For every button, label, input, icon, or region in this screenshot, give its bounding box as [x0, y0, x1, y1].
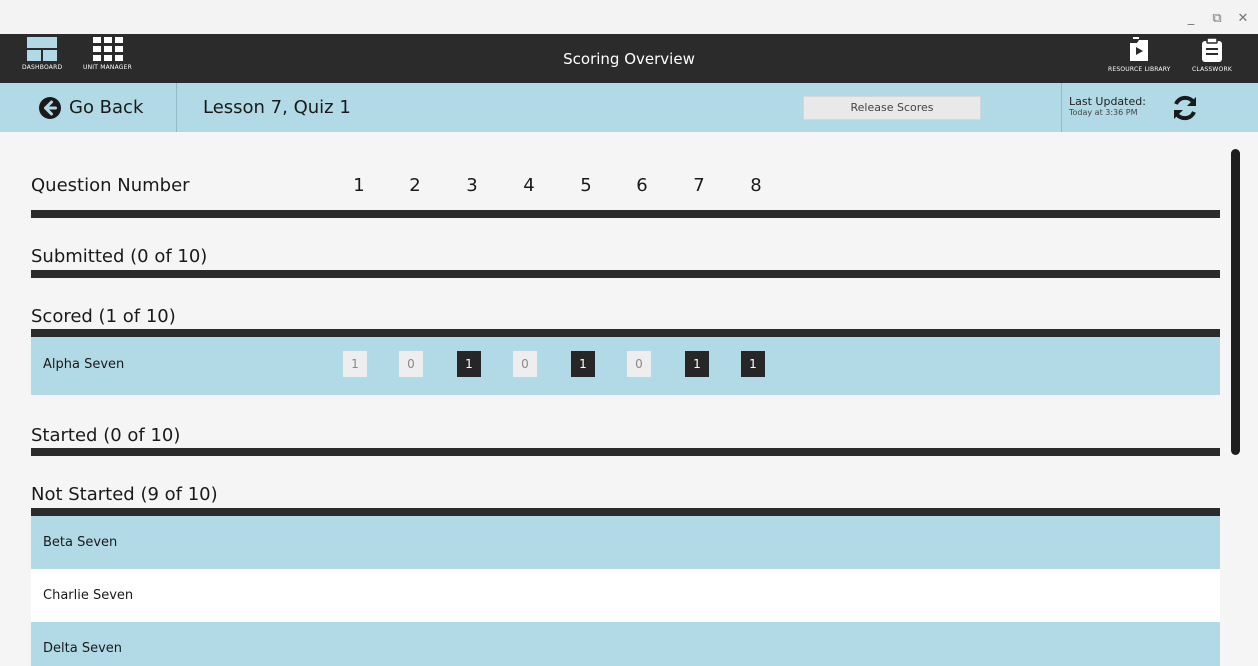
question-number: 2 — [409, 175, 421, 196]
last-updated-panel: Last Updated: Today at 3:36 PM — [1061, 83, 1258, 132]
go-back-label: Go Back — [69, 97, 144, 118]
question-number: 1 — [353, 175, 365, 196]
window-controls: _ ⧉ ✕ — [1184, 12, 1250, 26]
go-back-button[interactable]: Go Back — [0, 83, 177, 132]
question-number: 8 — [750, 175, 762, 196]
question-number: 7 — [693, 175, 705, 196]
student-row-not-started[interactable]: Delta Seven — [31, 622, 1220, 666]
question-number-header: Question Number — [31, 175, 190, 196]
score-cell[interactable]: 1 — [741, 351, 765, 377]
student-row-not-started[interactable]: Charlie Seven — [31, 569, 1220, 622]
back-arrow-icon — [39, 96, 61, 119]
header-divider — [31, 210, 1220, 218]
lesson-title: Lesson 7, Quiz 1 — [203, 97, 351, 118]
restore-button[interactable]: ⧉ — [1210, 12, 1224, 26]
resource-library-icon — [1130, 37, 1149, 61]
section-scored-title: Scored (1 of 10) — [31, 306, 176, 327]
student-name: Charlie Seven — [43, 588, 134, 603]
student-row-scored[interactable]: Alpha Seven 1 0 1 0 1 0 1 1 — [31, 337, 1220, 395]
student-name: Alpha Seven — [43, 357, 125, 372]
window-titlebar: _ ⧉ ✕ — [0, 0, 1258, 34]
score-cell[interactable]: 0 — [513, 351, 537, 377]
score-cell[interactable]: 1 — [343, 351, 367, 377]
section-divider — [31, 270, 1220, 278]
student-name: Beta Seven — [43, 535, 118, 550]
vertical-scrollbar[interactable] — [1231, 149, 1240, 455]
score-cell[interactable]: 0 — [399, 351, 423, 377]
scoring-table: Question Number 1 2 3 4 5 6 7 8 Submitte… — [0, 132, 1258, 666]
section-divider — [31, 329, 1220, 337]
student-row-not-started[interactable]: Beta Seven — [31, 516, 1220, 569]
question-number: 6 — [636, 175, 648, 196]
nav-classwork-button[interactable]: CLASSWORK — [1192, 37, 1232, 73]
section-divider — [31, 508, 1220, 516]
score-cell[interactable]: 1 — [571, 351, 595, 377]
minimize-button[interactable]: _ — [1184, 12, 1198, 26]
nav-resource-library-label: RESOURCE LIBRARY — [1108, 66, 1171, 73]
classwork-icon — [1201, 37, 1222, 62]
nav-resource-library-button[interactable]: RESOURCE LIBRARY — [1108, 37, 1171, 73]
student-name: Delta Seven — [43, 641, 122, 656]
section-divider — [31, 448, 1220, 456]
app-header: DASHBOARD UNIT MANAGER Scoring Overview … — [0, 34, 1258, 83]
score-cell[interactable]: 1 — [457, 351, 481, 377]
section-submitted-title: Submitted (0 of 10) — [31, 246, 208, 267]
score-cell[interactable]: 0 — [627, 351, 651, 377]
question-number: 3 — [466, 175, 478, 196]
last-updated-time: Today at 3:36 PM — [1069, 108, 1138, 117]
question-number: 4 — [523, 175, 535, 196]
page-title: Scoring Overview — [563, 50, 695, 68]
question-number: 5 — [580, 175, 592, 196]
section-started-title: Started (0 of 10) — [31, 425, 181, 446]
sub-header: Go Back Lesson 7, Quiz 1 Release Scores … — [0, 83, 1258, 132]
score-cell[interactable]: 1 — [685, 351, 709, 377]
close-button[interactable]: ✕ — [1236, 12, 1250, 26]
last-updated-label: Last Updated: — [1069, 95, 1146, 108]
refresh-icon[interactable] — [1170, 93, 1200, 123]
section-not-started-title: Not Started (9 of 10) — [31, 484, 218, 505]
nav-classwork-label: CLASSWORK — [1192, 66, 1232, 73]
release-scores-button[interactable]: Release Scores — [803, 96, 981, 120]
